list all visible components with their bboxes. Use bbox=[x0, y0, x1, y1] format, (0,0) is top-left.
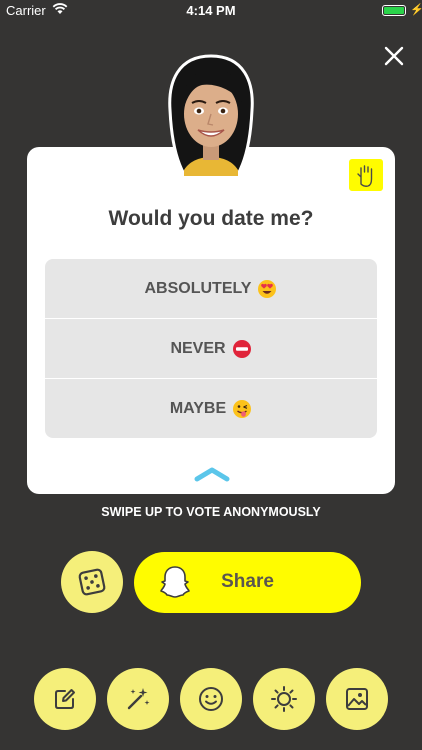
no-entry-emoji bbox=[232, 339, 252, 359]
sticker-button[interactable] bbox=[180, 668, 242, 730]
random-question-button[interactable] bbox=[61, 551, 123, 613]
option-label: NEVER bbox=[170, 339, 226, 357]
smiley-icon bbox=[199, 687, 223, 711]
dice-icon bbox=[78, 568, 106, 596]
image-icon bbox=[346, 688, 368, 710]
option-never[interactable]: NEVER bbox=[45, 319, 377, 379]
brightness-icon bbox=[271, 686, 297, 712]
status-bar: Carrier 4:14 PM ⚡ bbox=[0, 0, 422, 22]
chevron-up-icon[interactable] bbox=[193, 465, 231, 483]
magic-wand-icon bbox=[127, 688, 150, 710]
poll-card: Would you date me? ABSOLUTELY NEVER MAYB… bbox=[27, 147, 395, 494]
poll-question: Would you date me? bbox=[108, 207, 314, 230]
edit-icon bbox=[55, 689, 75, 709]
bitmoji-avatar bbox=[168, 54, 254, 176]
charging-icon: ⚡ bbox=[410, 4, 422, 16]
status-time: 4:14 PM bbox=[186, 3, 236, 18]
edit-button[interactable] bbox=[34, 668, 96, 730]
raised-hand-icon bbox=[357, 165, 373, 187]
option-label: MAYBE bbox=[169, 399, 227, 417]
poll-options: ABSOLUTELY NEVER MAYBE bbox=[45, 259, 377, 438]
option-maybe[interactable]: MAYBE bbox=[45, 379, 377, 438]
winking-tongue-emoji bbox=[232, 399, 252, 419]
share-label: Share bbox=[221, 571, 274, 592]
battery-icon bbox=[382, 5, 406, 16]
magic-button[interactable] bbox=[107, 668, 169, 730]
option-absolutely[interactable]: ABSOLUTELY bbox=[45, 259, 377, 319]
option-label: ABSOLUTELY bbox=[144, 279, 252, 297]
raise-hand-button[interactable] bbox=[349, 159, 383, 191]
heart-eyes-emoji bbox=[257, 279, 277, 299]
swipe-hint: SWIPE UP TO VOTE ANONYMOUSLY bbox=[101, 505, 321, 519]
close-icon[interactable] bbox=[378, 40, 410, 72]
image-button[interactable] bbox=[326, 668, 388, 730]
brightness-button[interactable] bbox=[253, 668, 315, 730]
share-button[interactable]: Share bbox=[134, 552, 361, 613]
